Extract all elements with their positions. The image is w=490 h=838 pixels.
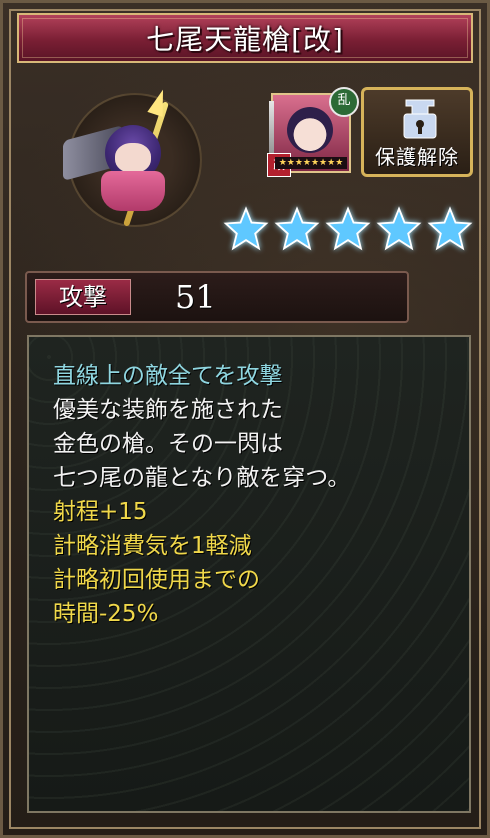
item-card: 七尾天龍槍[改] 乱 改 ★★★★★★★★ 保護解除 攻撃 51 直線上の敵全て… <box>0 0 490 838</box>
description-line: 直線上の敵全てを攻撃 <box>53 363 283 389</box>
attack-value: 51 <box>175 278 216 316</box>
character-body <box>101 171 165 211</box>
lock-icon <box>403 99 437 139</box>
rarity-star-icon <box>376 206 422 251</box>
attack-stat: 攻撃 51 <box>25 271 409 323</box>
item-title: 七尾天龍槍[改] <box>146 23 344 56</box>
description-line: 計略消費気を1軽減 <box>53 533 252 559</box>
description-line: 射程+15 <box>53 499 148 525</box>
rarity-stars <box>223 201 473 257</box>
character-card-icon <box>287 107 333 153</box>
description-line: 金色の槍。その一閃は <box>53 431 283 457</box>
sword-icon <box>269 101 274 161</box>
unprotect-button[interactable]: 保護解除 <box>361 87 473 177</box>
description-line: 計略初回使用までの <box>53 567 260 593</box>
rarity-star-icon <box>223 206 269 251</box>
unprotect-label: 保護解除 <box>375 145 459 169</box>
card-stars: ★★★★★★★★ <box>275 157 347 169</box>
attack-label: 攻撃 <box>35 279 131 315</box>
attribute-badge: 乱 <box>329 87 359 117</box>
rarity-star-icon <box>427 206 473 251</box>
description-line: 優美な装飾を施された <box>53 397 283 423</box>
character-card-thumbnail[interactable]: 乱 改 ★★★★★★★★ <box>267 87 359 177</box>
character-portrait <box>43 75 213 245</box>
title-banner: 七尾天龍槍[改] <box>17 13 473 63</box>
description-panel: 直線上の敵全てを攻撃 優美な装飾を施された 金色の槍。その一閃は七つ尾の龍となり敵を… <box>27 335 471 813</box>
character-face <box>115 143 151 173</box>
rarity-star-icon <box>325 206 371 251</box>
description-line: 七つ尾の龍となり敵を穿つ。 <box>53 465 351 491</box>
rarity-star-icon <box>274 206 320 251</box>
description-line: 時間-25% <box>53 601 159 627</box>
